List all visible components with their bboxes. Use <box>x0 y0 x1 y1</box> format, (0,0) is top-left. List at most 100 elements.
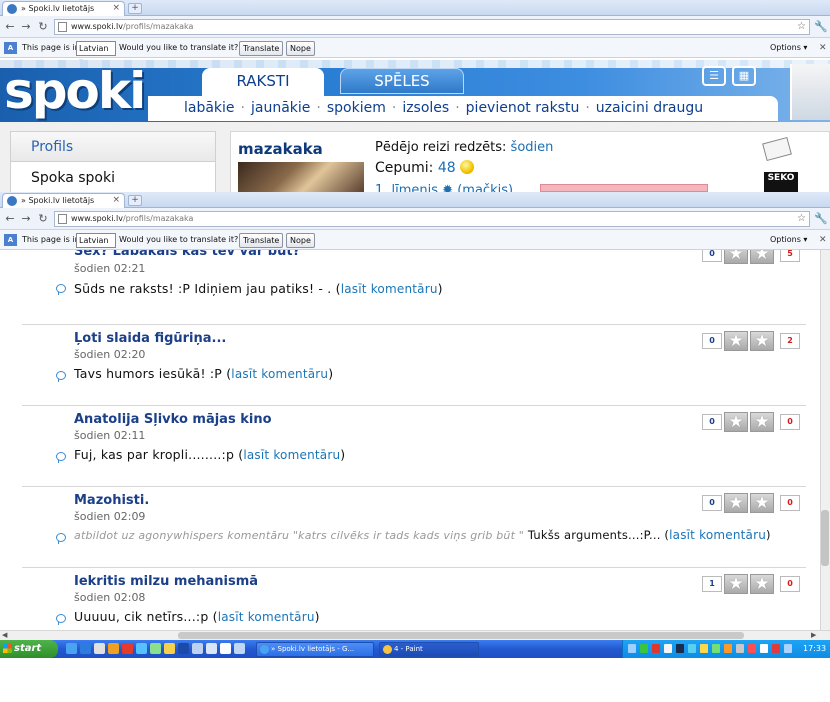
back-arrow-icon[interactable]: ← <box>3 212 17 226</box>
tray-icon[interactable] <box>760 644 768 653</box>
spoki-logo[interactable]: spoki <box>4 62 146 120</box>
translate-options[interactable]: Options ▾ <box>770 231 807 249</box>
forward-arrow-icon[interactable]: → <box>19 212 33 226</box>
tray-icon[interactable] <box>784 644 792 653</box>
bookmark-star-icon[interactable]: ☆ <box>797 20 806 34</box>
translate-button[interactable]: Translate <box>239 233 284 248</box>
thumb-up-star-icon[interactable]: ★ <box>724 412 748 432</box>
post-title[interactable]: Anatolija Sļivko mājas kino <box>74 412 272 427</box>
thumb-up-star-icon[interactable]: ★ <box>724 493 748 513</box>
quicklaunch-folder-icon[interactable] <box>94 643 105 654</box>
back-arrow-icon[interactable]: ← <box>3 20 17 34</box>
tray-icon[interactable] <box>640 644 648 653</box>
nope-button[interactable]: Nope <box>286 233 315 248</box>
tray-icon[interactable] <box>664 644 672 653</box>
tab-speles[interactable]: SPĒLES <box>340 68 464 94</box>
taskbar-browser-button[interactable]: » Spoki.lv lietotājs - G... <box>256 642 374 657</box>
tray-icon[interactable] <box>748 644 756 653</box>
thumb-down-star-icon[interactable]: ★ <box>750 493 774 513</box>
scroll-right-arrow-icon[interactable]: ▶ <box>811 630 816 640</box>
tray-icon[interactable] <box>700 644 708 653</box>
browser-tab-bottom[interactable]: » Spoki.lv lietotājs × <box>2 193 125 208</box>
reload-icon[interactable]: ↻ <box>36 20 50 34</box>
quicklaunch-desktop-icon[interactable] <box>66 643 77 654</box>
wrench-icon[interactable]: 🔧 <box>814 212 828 226</box>
reload-icon[interactable]: ↻ <box>36 212 50 226</box>
seko-button[interactable]: SEKO <box>764 172 798 192</box>
address-bar[interactable]: www.spoki.lv/profils/mazakaka ☆ <box>54 19 810 35</box>
taskbar-clock[interactable]: 17:33 <box>803 640 826 658</box>
quicklaunch-ie-icon[interactable] <box>80 643 91 654</box>
read-comment-link[interactable]: lasīt komentāru <box>669 528 766 542</box>
post-title[interactable]: Iekritis milzu mehanismā <box>74 574 258 589</box>
thumb-up-star-icon[interactable]: ★ <box>724 574 748 594</box>
quicklaunch-app-icon[interactable] <box>220 643 231 654</box>
subnav-spokiem[interactable]: spokiem <box>327 100 386 116</box>
address-bar[interactable]: www.spoki.lv/profils/mazakaka ☆ <box>54 211 810 227</box>
wrench-icon[interactable]: 🔧 <box>814 20 828 34</box>
tray-icon[interactable] <box>724 644 732 653</box>
quicklaunch-opera-icon[interactable] <box>122 643 133 654</box>
sidebar-item-spoka-spoki[interactable]: Spoka spoki <box>11 163 215 193</box>
read-comment-link[interactable]: lasīt komentāru <box>243 448 340 462</box>
grid-view-icon[interactable]: ▦ <box>732 66 756 86</box>
language-select[interactable]: Latvian ▾ <box>76 41 116 66</box>
read-comment-link[interactable]: lasīt komentāru <box>218 610 315 624</box>
tray-icon[interactable] <box>736 644 744 653</box>
thumb-down-star-icon[interactable]: ★ <box>750 412 774 432</box>
post-title[interactable]: Mazohisti. <box>74 493 149 508</box>
quicklaunch-app-icon[interactable] <box>150 643 161 654</box>
subnav-labakie[interactable]: labākie <box>184 100 235 116</box>
bookmark-star-icon[interactable]: ☆ <box>797 212 806 226</box>
language-select[interactable]: Latvian ▾ <box>76 233 116 258</box>
profile-username[interactable]: mazakaka <box>238 140 323 158</box>
subnav-izsoles[interactable]: izsoles <box>402 100 449 116</box>
close-translate-icon[interactable]: ✕ <box>819 39 827 57</box>
close-tab-icon[interactable]: × <box>112 194 120 207</box>
post-title[interactable]: Sex? Labākais kas tev var būt? <box>74 250 300 259</box>
quicklaunch-app-icon[interactable] <box>192 643 203 654</box>
vertical-scrollbar[interactable] <box>820 250 830 630</box>
tray-icon[interactable] <box>676 644 684 653</box>
quicklaunch-app-icon[interactable] <box>234 643 245 654</box>
close-translate-icon[interactable]: ✕ <box>819 231 827 249</box>
quicklaunch-firefox-icon[interactable] <box>108 643 119 654</box>
profile-photo[interactable] <box>238 162 364 192</box>
thumb-up-star-icon[interactable]: ★ <box>724 250 748 264</box>
translate-button[interactable]: Translate <box>239 41 284 56</box>
vertical-scrollbar-thumb[interactable] <box>821 510 829 566</box>
list-view-icon[interactable]: ☰ <box>702 66 726 86</box>
taskbar-paint-button[interactable]: 4 - Paint <box>379 642 479 657</box>
quicklaunch-app-icon[interactable] <box>164 643 175 654</box>
quicklaunch-chrome-icon[interactable] <box>136 643 147 654</box>
new-tab-button[interactable]: + <box>128 3 142 14</box>
quicklaunch-app-icon[interactable] <box>206 643 217 654</box>
nope-button[interactable]: Nope <box>286 41 315 56</box>
translate-options[interactable]: Options ▾ <box>770 39 807 57</box>
subnav-pievienot-rakstu[interactable]: pievienot rakstu <box>466 100 580 116</box>
header-avatar[interactable] <box>790 64 830 120</box>
tab-raksti[interactable]: RAKSTI <box>202 68 324 96</box>
post-title[interactable]: Ļoti slaida figūriņa... <box>74 331 226 346</box>
subnav-jaunakie[interactable]: jaunākie <box>251 100 310 116</box>
subnav-uzaicini-draugu[interactable]: uzaicini draugu <box>596 100 703 116</box>
read-comment-link[interactable]: lasīt komentāru <box>341 282 438 296</box>
quicklaunch-app-icon[interactable] <box>178 643 189 654</box>
tray-icon[interactable] <box>688 644 696 653</box>
thumb-up-star-icon[interactable]: ★ <box>724 331 748 351</box>
new-tab-button[interactable]: + <box>128 195 142 206</box>
horizontal-scrollbar-thumb[interactable] <box>178 632 744 639</box>
scroll-left-arrow-icon[interactable]: ◀ <box>2 630 7 640</box>
thumb-down-star-icon[interactable]: ★ <box>750 250 774 264</box>
read-comment-link[interactable]: lasīt komentāru <box>231 367 328 381</box>
browser-tab-top[interactable]: » Spoki.lv lietotājs × <box>2 1 125 16</box>
forward-arrow-icon[interactable]: → <box>19 20 33 34</box>
sidebar-item-profils[interactable]: Profils <box>11 132 215 162</box>
thumb-down-star-icon[interactable]: ★ <box>750 331 774 351</box>
start-button[interactable]: start <box>0 640 58 658</box>
tray-icon[interactable] <box>772 644 780 653</box>
tray-icon[interactable] <box>712 644 720 653</box>
thumb-down-star-icon[interactable]: ★ <box>750 574 774 594</box>
tray-icon[interactable] <box>652 644 660 653</box>
close-tab-icon[interactable]: × <box>112 2 120 15</box>
